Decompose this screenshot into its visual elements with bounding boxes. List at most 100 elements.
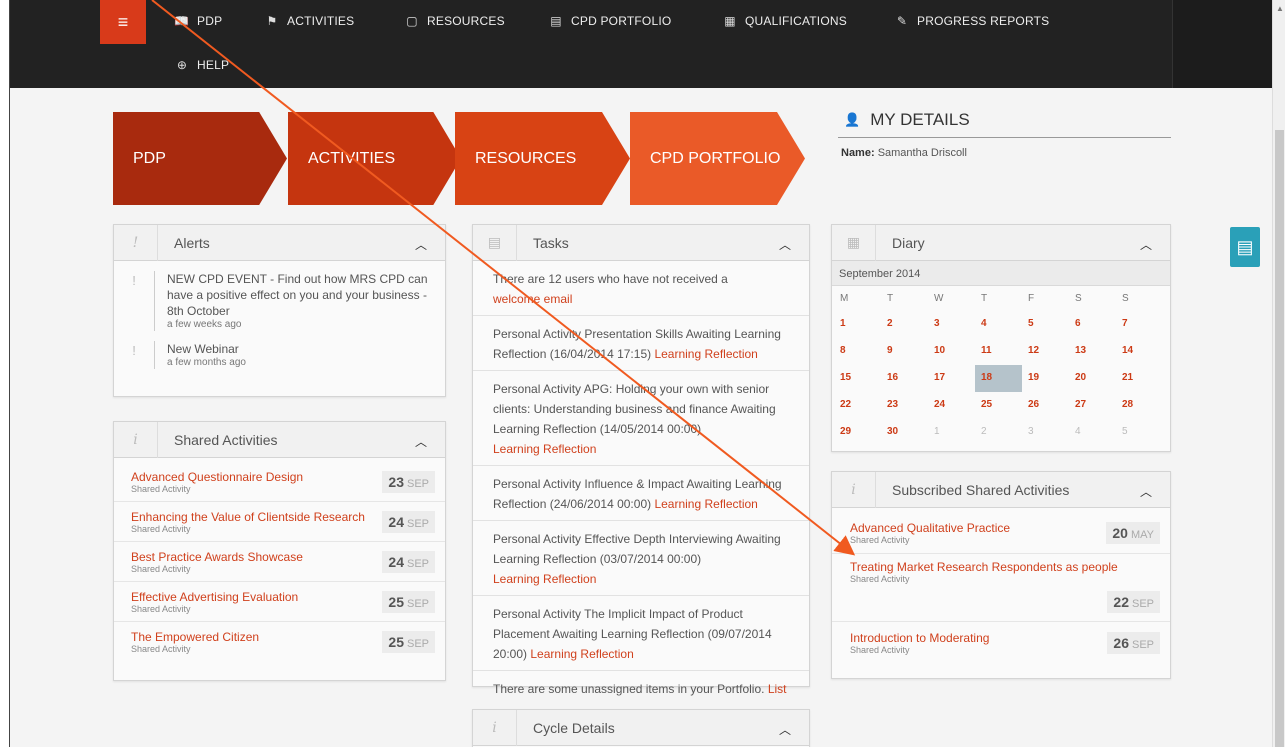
calendar-day[interactable]: 1: [834, 311, 881, 338]
calendar-day[interactable]: 17: [928, 365, 975, 392]
calendar-day-other-month[interactable]: 1: [928, 419, 975, 446]
activity-title[interactable]: The Empowered Citizen: [131, 630, 259, 644]
breadcrumb-cpd-portfolio[interactable]: CPD PORTFOLIO: [630, 112, 805, 205]
nav-item-label: CPD PORTFOLIO: [571, 14, 672, 28]
subscribed-activities-title: Subscribed Shared Activities: [892, 481, 1070, 498]
calendar-day[interactable]: 15: [834, 365, 881, 392]
calendar-day[interactable]: 5: [1022, 311, 1069, 338]
date-month: SEP: [406, 638, 429, 650]
activity-title[interactable]: Advanced Questionnaire Design: [131, 470, 303, 484]
calendar-day-other-month[interactable]: 3: [1022, 419, 1069, 446]
calendar-day[interactable]: 9: [881, 338, 928, 365]
breadcrumb-pdp[interactable]: PDP: [113, 112, 287, 205]
calendar-day[interactable]: 12: [1022, 338, 1069, 365]
subscribed-activities-header[interactable]: i Subscribed Shared Activities ︿: [832, 471, 1170, 508]
calendar-day[interactable]: 16: [881, 365, 928, 392]
calendar-day[interactable]: 27: [1069, 392, 1116, 419]
weekday-header: S: [1122, 293, 1129, 304]
nav-item-label: PROGRESS REPORTS: [917, 14, 1050, 28]
diary-header[interactable]: ▦ Diary ︿: [832, 224, 1170, 261]
calendar-day[interactable]: 30: [881, 419, 928, 446]
calendar-day[interactable]: 6: [1069, 311, 1116, 338]
activity-title[interactable]: Treating Market Research Respondents as …: [850, 560, 1160, 574]
list-item[interactable]: Effective Advertising Evaluation Shared A…: [114, 582, 445, 622]
calendar-day[interactable]: 25: [975, 392, 1022, 419]
list-item[interactable]: Introduction to Moderating Shared Activit…: [832, 622, 1170, 664]
chevron-up-icon[interactable]: ︿: [415, 236, 427, 253]
activity-title[interactable]: Advanced Qualitative Practice: [850, 521, 1010, 535]
task-link[interactable]: Learning Reflection: [654, 497, 757, 511]
nav-item-qualifications[interactable]: ▦ QUALIFICATIONS: [723, 10, 847, 32]
list-item[interactable]: Advanced Questionnaire Design Shared Acti…: [114, 462, 445, 502]
shared-activities-header[interactable]: i Shared Activities ︿: [114, 421, 445, 458]
task-link[interactable]: Learning Reflection: [654, 347, 757, 361]
breadcrumb-resources[interactable]: RESOURCES: [455, 112, 630, 205]
alert-item[interactable]: ! NEW CPD EVENT - Find out how MRS CPD c…: [114, 261, 445, 331]
list-item[interactable]: Enhancing the Value of Clientside Resear…: [114, 502, 445, 542]
calendar-day[interactable]: 24: [928, 392, 975, 419]
info-icon: i: [832, 471, 876, 508]
nav-item-progress-reports[interactable]: ✎ PROGRESS REPORTS: [895, 10, 1049, 32]
task-link[interactable]: Learning Reflection: [530, 647, 633, 661]
chevron-up-icon[interactable]: ︿: [415, 433, 427, 450]
vertical-scrollbar[interactable]: ▲: [1272, 0, 1285, 747]
calendar-day[interactable]: 26: [1022, 392, 1069, 419]
hamburger-menu-button[interactable]: ≡: [100, 0, 146, 44]
scroll-up-icon[interactable]: ▲: [1276, 4, 1284, 13]
task-link[interactable]: Learning Reflection: [493, 569, 795, 589]
calendar-day[interactable]: 20: [1069, 365, 1116, 392]
calendar-day[interactable]: 8: [834, 338, 881, 365]
shared-activities-panel: i Shared Activities ︿ Advanced Questionn…: [113, 421, 446, 681]
side-clipboard-button[interactable]: ▤: [1230, 227, 1260, 267]
tasks-header[interactable]: ▤ Tasks ︿: [473, 224, 809, 261]
date-month: SEP: [406, 557, 429, 570]
activity-title[interactable]: Best Practice Awards Showcase: [131, 550, 303, 564]
list-item[interactable]: Best Practice Awards Showcase Shared Acti…: [114, 542, 445, 582]
nav-item-resources[interactable]: ▢ RESOURCES: [405, 10, 505, 32]
calendar-day[interactable]: 23: [881, 392, 928, 419]
calendar-day[interactable]: 13: [1069, 338, 1116, 365]
chevron-up-icon[interactable]: ︿: [1140, 236, 1152, 253]
calendar-day[interactable]: 3: [928, 311, 975, 338]
chevron-up-icon[interactable]: ︿: [1140, 483, 1152, 500]
lightbulb-icon: !: [114, 224, 158, 261]
chevron-up-icon[interactable]: ︿: [779, 236, 791, 253]
calendar-day[interactable]: 28: [1116, 392, 1163, 419]
alerts-header[interactable]: ! Alerts ︿: [114, 224, 445, 261]
chevron-up-icon[interactable]: ︿: [779, 721, 791, 738]
list-item[interactable]: Advanced Qualitative Practice Shared Acti…: [832, 512, 1170, 554]
scrollbar-thumb[interactable]: [1275, 130, 1284, 747]
list-item[interactable]: The Empowered Citizen Shared Activity 25 S…: [114, 622, 445, 662]
calendar-day-other-month[interactable]: 4: [1069, 419, 1116, 446]
calendar-day[interactable]: 11: [975, 338, 1022, 365]
calendar-day[interactable]: 18: [975, 365, 1022, 392]
calendar-day[interactable]: 7: [1116, 311, 1163, 338]
list-item[interactable]: Treating Market Research Respondents as …: [832, 554, 1170, 622]
alert-item[interactable]: ! New Webinar a few months ago: [114, 331, 445, 369]
folder-icon: ▢: [406, 14, 418, 28]
calendar-day[interactable]: 29: [834, 419, 881, 446]
task-link[interactable]: List: [768, 682, 787, 696]
cycle-details-header[interactable]: i Cycle Details ︿: [473, 709, 809, 746]
nav-item-help[interactable]: ⊕ HELP: [175, 54, 229, 76]
nav-item-activities[interactable]: ⚑ ACTIVITIES: [265, 10, 355, 32]
calendar-day[interactable]: 10: [928, 338, 975, 365]
task-link[interactable]: Learning Reflection: [493, 439, 795, 459]
calendar-day[interactable]: 21: [1116, 365, 1163, 392]
activity-title[interactable]: Introduction to Moderating: [850, 631, 989, 645]
calendar-day[interactable]: 2: [881, 311, 928, 338]
activity-title[interactable]: Effective Advertising Evaluation: [131, 590, 298, 604]
task-link[interactable]: welcome email: [493, 289, 795, 309]
nav-item-cpd-portfolio[interactable]: ▤ CPD PORTFOLIO: [549, 10, 671, 32]
calendar-day[interactable]: 22: [834, 392, 881, 419]
calendar-day[interactable]: 19: [1022, 365, 1069, 392]
calendar-day-other-month[interactable]: 2: [975, 419, 1022, 446]
calendar-day[interactable]: 4: [975, 311, 1022, 338]
activity-title[interactable]: Enhancing the Value of Clientside Resear…: [131, 510, 365, 524]
nav-item-pdp[interactable]: 📖 PDP: [174, 10, 222, 32]
breadcrumb-activities[interactable]: ACTIVITIES: [288, 112, 461, 205]
date-day: 22: [1113, 594, 1129, 610]
calendar-day-other-month[interactable]: 5: [1116, 419, 1163, 446]
calendar-day[interactable]: 14: [1116, 338, 1163, 365]
hamburger-icon: ≡: [117, 11, 129, 32]
